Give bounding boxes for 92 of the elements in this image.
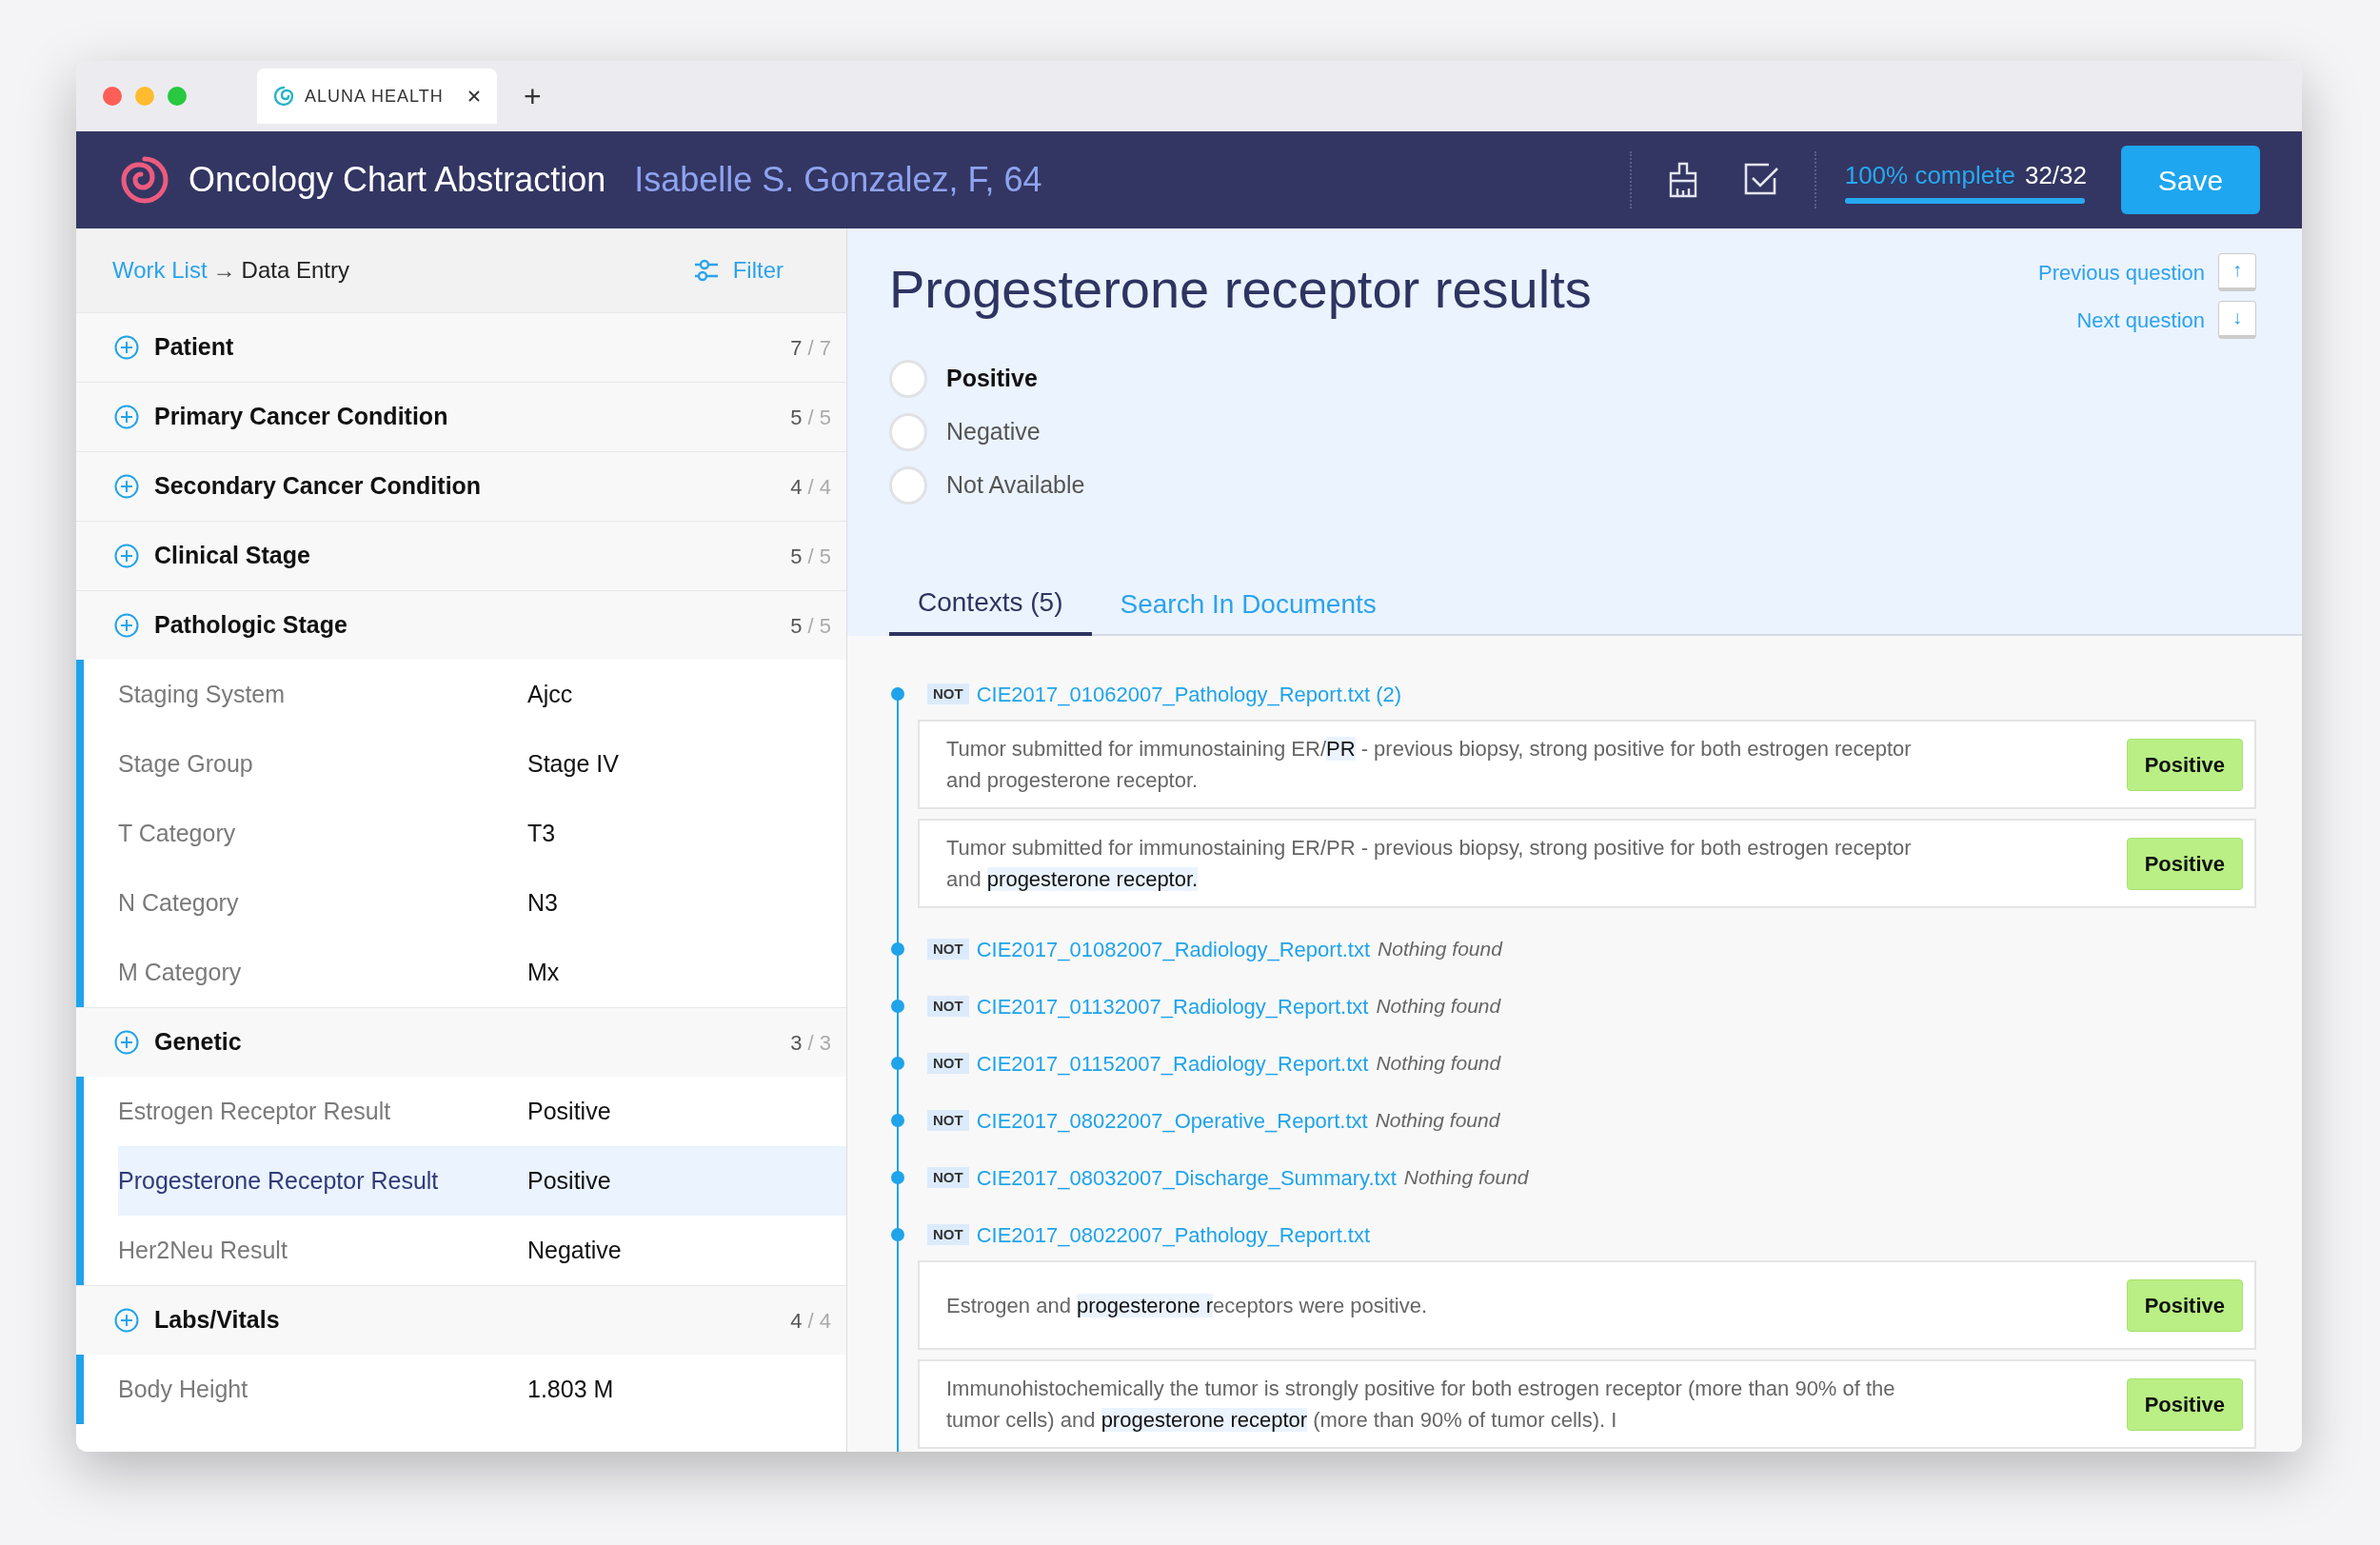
result-tag: Positive [2126,837,2243,890]
not-badge: NOT [927,1109,969,1132]
expand-icon[interactable] [114,544,139,568]
section-count: 4 [790,1307,803,1335]
section-title: Primary Cancer Condition [154,402,448,432]
swirl-logo-icon [272,85,295,108]
section-count: 5 [790,612,803,640]
section-count: 7 [790,334,803,362]
section-header[interactable]: Secondary Cancer Condition 4 / 4 [76,451,846,521]
section-total: / 5 [807,543,831,570]
snippet-text: Estrogen and progesterone receptors were positive. [946,1292,1429,1319]
section-total: / 7 [807,334,831,362]
section-header[interactable]: Pathologic Stage 5 / 5 [76,590,846,660]
section-total: / 4 [807,473,831,501]
section-total: / 5 [807,404,831,431]
radio-option[interactable]: Negative [889,413,1041,451]
section-title: Clinical Stage [154,541,310,571]
question-title: Progesterone receptor results [889,263,1592,321]
not-badge: NOT [927,1223,969,1246]
field-label: Stage Group [118,748,254,779]
not-badge: NOT [927,938,969,961]
not-badge: NOT [927,995,969,1018]
snippet-text: Immunohistochemically the tumor is strongly positive for both estrogen receptor (more than 90% of the tumor cells) and progesterone receptor (more than 90% of tumor cells). I [946,1376,1896,1434]
nothing-found-note: Nothing found [1376,994,1501,1020]
expand-icon[interactable] [114,474,139,499]
zoom-window-icon[interactable] [168,87,187,106]
not-badge: NOT [927,1166,969,1189]
new-tab-button[interactable]: + [524,81,542,111]
not-badge: NOT [927,683,969,705]
field-label: N Category [118,887,240,918]
not-badge: NOT [927,1052,969,1075]
section-header[interactable]: Patient 7 / 7 [76,312,846,382]
field-value: Ajcc [527,679,573,709]
section-total: / 3 [807,1029,831,1057]
radio-option[interactable]: Not Available [889,466,1085,505]
field-value: Negative [527,1235,622,1265]
field-label: Progesterone Receptor Result [118,1165,440,1196]
expand-icon[interactable] [114,335,139,360]
field-value: Positive [527,1165,611,1196]
field-label: Her2Neu Result [118,1235,288,1265]
patient-name: Isabelle S. Gonzalez, F, 64 [634,159,1042,201]
nothing-found-note: Nothing found [1378,937,1502,962]
section-count: 4 [790,473,803,501]
nothing-found-note: Nothing found [1375,1108,1500,1134]
section-header[interactable]: Labs/Vitals 4 / 4 [76,1285,846,1355]
section-total: / 4 [807,1307,831,1335]
tab-title: ALUNA HEALTH [305,85,444,108]
sliders-icon [692,258,720,283]
expand-icon[interactable] [114,1030,139,1055]
field-label: Body Height [118,1374,249,1404]
nothing-found-note: Nothing found [1403,1165,1529,1191]
section-title: Pathologic Stage [154,610,347,641]
breadcrumb-current: Data Entry [241,256,349,285]
section-count: 5 [790,543,803,570]
progress-label: 100% complete [1844,159,2015,191]
browser-tab[interactable]: ALUNA HEALTH [257,69,497,124]
field-label: T Category [118,818,237,848]
section-header[interactable]: Primary Cancer Condition 5 / 5 [76,382,846,451]
field-value: N3 [527,887,558,918]
section-title: Genetic [154,1027,242,1058]
close-window-icon[interactable] [103,87,122,106]
nothing-found-note: Nothing found [1376,1051,1501,1077]
section-title: Patient [154,332,234,363]
expand-icon[interactable] [114,405,139,429]
result-tag: Positive [2126,1278,2243,1332]
snippet-text: Tumor submitted for immunostaining ER/PR - previous biopsy, strong positive for both estrogen receptor and progesterone receptor. [946,835,1913,893]
section-total: / 5 [807,612,831,640]
result-tag: Positive [2126,738,2243,791]
minimize-window-icon[interactable] [135,87,154,106]
section-count: 5 [790,404,803,431]
progress-count: 32/32 [2024,159,2087,191]
field-value: Stage IV [527,748,619,779]
section-header[interactable]: Clinical Stage 5 / 5 [76,521,846,590]
section-count: 3 [790,1029,803,1057]
breadcrumb-arrow: → [212,256,236,285]
expand-icon[interactable] [114,1308,139,1333]
field-label: Estrogen Receptor Result [118,1096,392,1126]
expand-icon[interactable] [114,613,139,638]
result-tag: Positive [2126,1377,2243,1431]
field-label: Staging System [118,679,287,709]
section-title: Secondary Cancer Condition [154,471,482,502]
close-icon[interactable] [466,89,482,104]
field-value: 1.803 M [527,1374,614,1404]
field-value: T3 [527,818,556,848]
snippet-text: Tumor submitted for immunostaining ER/PR - previous biopsy, strong positive for both estrogen receptor and progesterone receptor. [946,736,1913,794]
field-label: M Category [118,957,243,987]
section-title: Labs/Vitals [154,1305,280,1336]
app-title: Oncology Chart Abstraction [188,159,606,201]
field-value: Mx [527,957,560,987]
radio-option[interactable]: Positive [889,360,1038,398]
field-value: Positive [527,1096,611,1126]
section-header[interactable]: Genetic 3 / 3 [76,1007,846,1077]
